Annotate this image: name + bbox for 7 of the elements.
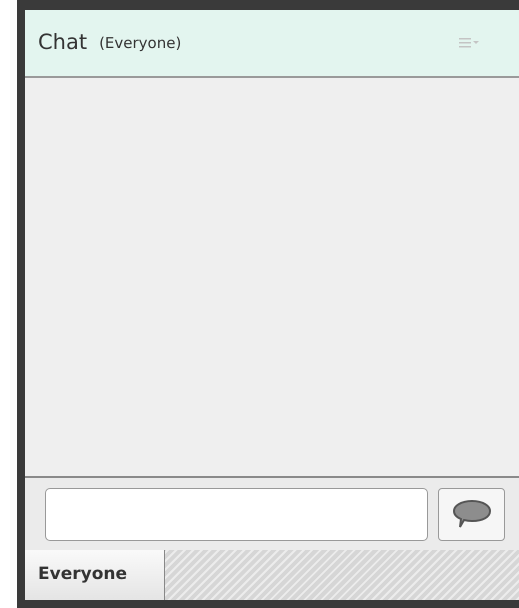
speech-bubble-icon xyxy=(452,499,492,529)
panel-subtitle: (Everyone) xyxy=(99,32,182,54)
panel-title: Chat xyxy=(38,29,88,56)
send-button[interactable] xyxy=(438,488,505,540)
menu-icon[interactable] xyxy=(459,38,479,48)
message-input[interactable] xyxy=(45,488,428,540)
tab[interactable]: Everyone xyxy=(25,550,165,600)
